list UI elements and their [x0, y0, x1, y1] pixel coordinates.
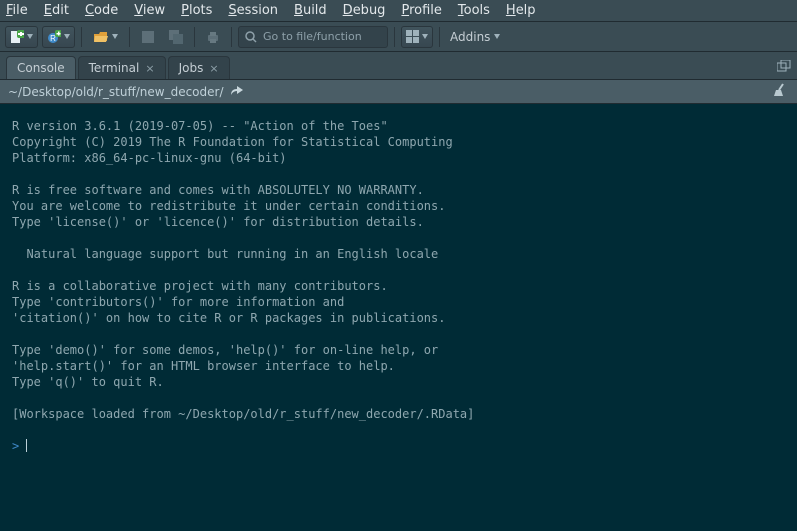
- new-file-icon: [10, 30, 24, 44]
- pane-tabstrip: Console Terminal × Jobs ×: [0, 52, 797, 80]
- menu-profile[interactable]: Profile: [401, 3, 441, 18]
- tab-terminal[interactable]: Terminal ×: [78, 56, 166, 79]
- save-all-icon: [169, 30, 183, 44]
- clear-console-button[interactable]: [773, 83, 789, 100]
- menu-file[interactable]: File: [6, 3, 28, 18]
- menu-view[interactable]: View: [134, 3, 165, 18]
- addins-label: Addins: [450, 30, 490, 44]
- grid-icon: [406, 30, 419, 43]
- save-button[interactable]: [136, 26, 160, 48]
- menu-session[interactable]: Session: [228, 3, 278, 18]
- broom-icon: [773, 83, 789, 97]
- goto-placeholder: Go to file/function: [263, 30, 362, 43]
- search-icon: [245, 31, 257, 43]
- toolbar-separator: [129, 27, 130, 47]
- tab-label: Console: [17, 61, 65, 75]
- working-directory-path: ~/Desktop/old/r_stuff/new_decoder/: [8, 85, 224, 99]
- menu-build[interactable]: Build: [294, 3, 327, 18]
- print-button[interactable]: [201, 26, 225, 48]
- pane-minmax-button[interactable]: [777, 60, 791, 75]
- console-path-bar: ~/Desktop/old/r_stuff/new_decoder/: [0, 80, 797, 104]
- menu-bar: File Edit Code View Plots Session Build …: [0, 0, 797, 22]
- dropdown-icon: [422, 34, 428, 40]
- close-icon[interactable]: ×: [209, 62, 218, 75]
- new-file-button[interactable]: [5, 26, 38, 48]
- menu-help[interactable]: Help: [506, 3, 536, 18]
- print-icon: [206, 30, 220, 44]
- save-icon: [141, 30, 155, 44]
- window-restore-icon: [777, 60, 791, 72]
- toolbar-separator: [439, 27, 440, 47]
- arrow-share-icon: [230, 84, 244, 96]
- menu-edit[interactable]: Edit: [44, 3, 69, 18]
- new-project-button[interactable]: R: [42, 26, 75, 48]
- close-icon[interactable]: ×: [145, 62, 154, 75]
- addins-menu[interactable]: Addins: [446, 30, 504, 44]
- dropdown-icon: [27, 34, 33, 40]
- console-prompt: >: [12, 439, 19, 453]
- workspace-panes-button[interactable]: [401, 26, 433, 48]
- dropdown-icon: [112, 34, 118, 40]
- menu-code[interactable]: Code: [85, 3, 118, 18]
- menu-debug[interactable]: Debug: [343, 3, 386, 18]
- new-project-icon: R: [47, 30, 61, 44]
- tab-label: Terminal: [89, 61, 140, 75]
- dropdown-icon: [494, 34, 500, 40]
- tab-label: Jobs: [179, 61, 204, 75]
- toolbar: R Go to file/function Addins: [0, 22, 797, 52]
- dropdown-icon: [64, 34, 70, 40]
- goto-file-function-input[interactable]: Go to file/function: [238, 26, 388, 48]
- console-output[interactable]: R version 3.6.1 (2019-07-05) -- "Action …: [0, 104, 797, 531]
- toolbar-separator: [231, 27, 232, 47]
- toolbar-separator: [394, 27, 395, 47]
- menu-tools[interactable]: Tools: [458, 3, 490, 18]
- text-cursor: [26, 439, 27, 452]
- toolbar-separator: [194, 27, 195, 47]
- toolbar-separator: [81, 27, 82, 47]
- console-text: R version 3.6.1 (2019-07-05) -- "Action …: [12, 119, 474, 421]
- open-file-button[interactable]: [88, 26, 123, 48]
- tab-console[interactable]: Console: [6, 56, 76, 79]
- open-directory-button[interactable]: [230, 84, 244, 99]
- menu-plots[interactable]: Plots: [181, 3, 212, 18]
- folder-open-icon: [93, 30, 109, 44]
- save-all-button[interactable]: [164, 26, 188, 48]
- tab-jobs[interactable]: Jobs ×: [168, 56, 230, 79]
